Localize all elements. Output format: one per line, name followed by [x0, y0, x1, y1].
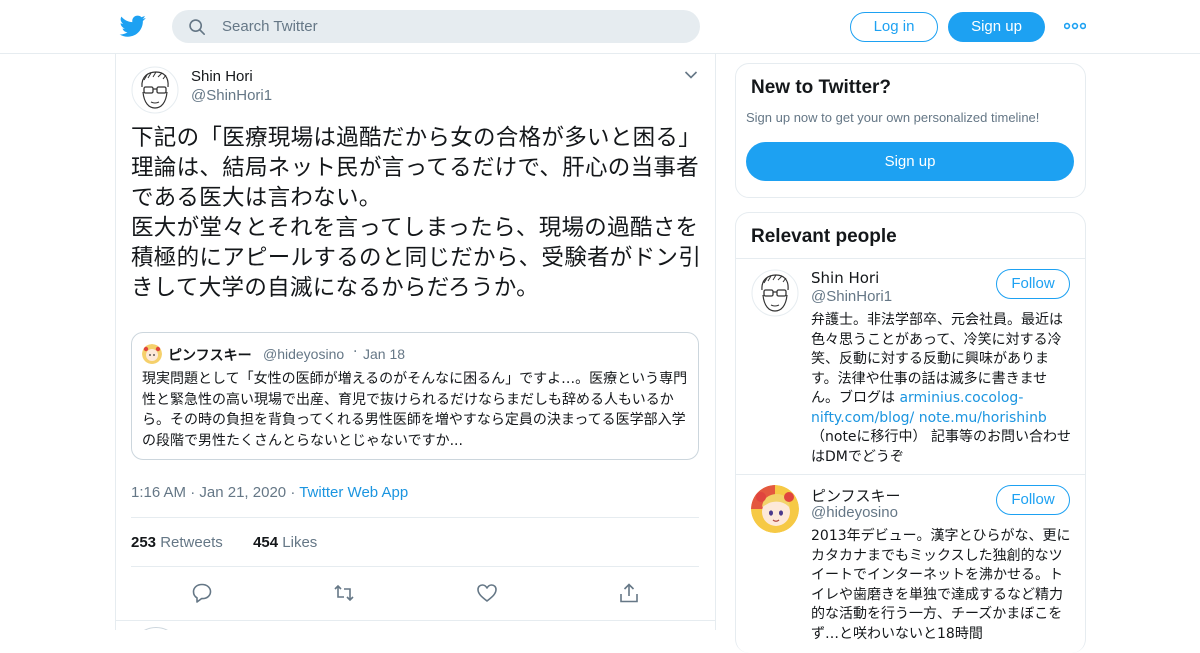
relevant-people-card: Relevant people Shin Hori @ShinHori1 Fol…: [735, 212, 1086, 653]
tweet-source-link[interactable]: Twitter Web App: [299, 484, 408, 501]
relevant-people-title: Relevant people: [751, 226, 897, 247]
tweet-column: Shin Hori @ShinHori1 下記の「医療現場は過酷だから女の合格が…: [115, 54, 716, 630]
sidebar-signup-button[interactable]: Sign up: [746, 142, 1074, 181]
tweet-metadata: 1:16 AM · Jan 21, 2020 · Twitter Web App: [131, 484, 408, 501]
separator-dot: ·: [290, 484, 300, 501]
login-button[interactable]: Log in: [850, 12, 938, 42]
tweet-date[interactable]: Jan 21, 2020: [199, 484, 286, 501]
person-avatar[interactable]: [751, 485, 799, 533]
divider: [736, 258, 1085, 259]
retweets-label: Retweets: [160, 534, 223, 551]
tweet-stats: 253 Retweets 454 Likes: [131, 534, 317, 551]
likes-count: 454: [253, 534, 279, 551]
search-icon: [189, 19, 206, 36]
anime-avatar-icon: [142, 344, 162, 364]
follow-button[interactable]: Follow: [996, 269, 1070, 299]
separator-dot: ·: [190, 484, 200, 501]
more-options-icon[interactable]: [1064, 21, 1086, 31]
anime-avatar-icon: [751, 485, 799, 533]
divider: [131, 566, 699, 567]
top-bar: Log in Sign up: [0, 0, 1200, 54]
twitter-logo-icon[interactable]: [119, 13, 147, 39]
bio-tail: （noteに移行中） 記事等のお問い合わせはDMでどうぞ: [811, 429, 1071, 465]
person-handle[interactable]: @hideyosino: [811, 504, 898, 521]
reply-icon[interactable]: [191, 582, 213, 604]
divider: [131, 517, 699, 518]
sketch-face-icon: [751, 269, 799, 317]
quoted-author-name: ピンフスキー: [168, 348, 252, 364]
retweet-icon[interactable]: [333, 582, 355, 604]
new-to-twitter-title: New to Twitter?: [751, 77, 892, 98]
likes-label: Likes: [282, 534, 318, 551]
separator-dot: ·: [353, 344, 358, 360]
retweets-stat[interactable]: 253 Retweets: [131, 534, 223, 551]
divider: [736, 474, 1085, 475]
tweet-time[interactable]: 1:16 AM: [131, 484, 186, 501]
person-name[interactable]: Shin Hori: [811, 269, 879, 287]
tweet-text: 下記の「医療現場は過酷だから女の合格が多いと困る」理論は、結局ネット民が言ってる…: [131, 125, 702, 301]
signup-button[interactable]: Sign up: [948, 12, 1045, 42]
like-heart-icon[interactable]: [476, 582, 498, 604]
author-avatar[interactable]: [131, 66, 179, 114]
retweets-count: 253: [131, 534, 157, 551]
person-handle[interactable]: @ShinHori1: [811, 288, 892, 305]
new-to-twitter-subtitle: Sign up now to get your own personalized…: [746, 110, 1040, 125]
quoted-author-handle: @hideyosino: [263, 346, 345, 362]
person-name[interactable]: ピンフスキー: [811, 485, 901, 506]
follow-button[interactable]: Follow: [996, 485, 1070, 515]
quoted-author-avatar: [142, 344, 162, 364]
new-to-twitter-card: New to Twitter? Sign up now to get your …: [735, 63, 1086, 198]
search-box: [172, 10, 700, 43]
person-bio: 2013年デビュー。漢字とひらがな、更にカタカナまでもミックスした独創的なツイー…: [811, 528, 1071, 642]
bio-link[interactable]: note.mu/horishinb: [919, 410, 1047, 426]
person-bio: 弁護士。非法学部卒、元会社員。最近は色々思うことがあって、冷笑に対する冷笑、反動…: [811, 311, 1073, 467]
share-icon[interactable]: [618, 582, 640, 604]
sketch-face-icon: [131, 66, 179, 114]
search-input[interactable]: [222, 10, 682, 43]
quoted-tweet[interactable]: ピンフスキー @hideyosino · Jan 18 現実問題として「女性の医…: [131, 332, 699, 460]
likes-stat[interactable]: 454 Likes: [253, 534, 317, 551]
divider: [116, 620, 715, 621]
author-name[interactable]: Shin Hori: [191, 68, 253, 85]
quoted-date: Jan 18: [363, 346, 406, 362]
person-avatar[interactable]: [751, 269, 799, 317]
chevron-down-icon[interactable]: [684, 70, 698, 80]
author-handle[interactable]: @ShinHori1: [191, 87, 272, 104]
quoted-text: 現実問題として「女性の医師が増えるのがそんなに困るん」ですよ…。医療という専門性…: [142, 371, 688, 449]
